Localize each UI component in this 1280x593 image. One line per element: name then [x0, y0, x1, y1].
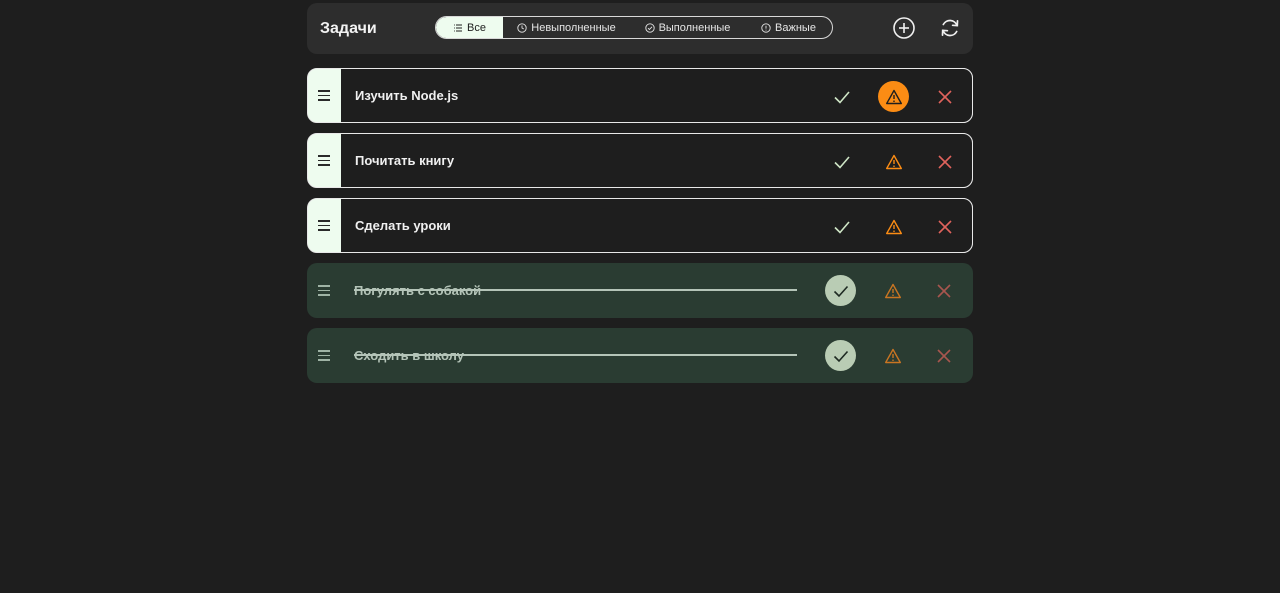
warning-icon	[885, 89, 902, 104]
filter-tab-done[interactable]: Выполненные	[630, 17, 745, 38]
task-item: Погулять с собакой	[307, 263, 973, 318]
complete-button[interactable]	[825, 275, 856, 306]
task-label: Погулять с собакой	[354, 283, 482, 298]
delete-button[interactable]	[928, 340, 959, 371]
delete-button[interactable]	[929, 81, 960, 112]
drag-handle-icon[interactable]	[318, 69, 330, 122]
complete-button[interactable]	[826, 81, 857, 112]
checkmark-icon	[833, 220, 850, 234]
filter-tab-all[interactable]: Все	[436, 17, 503, 38]
filter-tabs: Все Невыполненные Выполненные Важные	[435, 16, 833, 39]
filter-tab-label: Все	[467, 21, 486, 34]
delete-button[interactable]	[929, 211, 960, 242]
plus-circle-icon	[893, 17, 915, 39]
delete-button[interactable]	[928, 275, 959, 306]
add-task-button[interactable]	[892, 16, 916, 40]
close-icon	[937, 89, 952, 104]
important-button[interactable]	[878, 81, 909, 112]
close-icon	[936, 348, 951, 363]
complete-button[interactable]	[826, 146, 857, 177]
filter-tab-undone[interactable]: Невыполненные	[503, 17, 630, 38]
important-button[interactable]	[877, 340, 908, 371]
important-button[interactable]	[877, 275, 908, 306]
check-circle-icon	[644, 22, 655, 33]
page-title: Задачи	[320, 20, 377, 37]
task-label: Сделать уроки	[355, 218, 451, 233]
task-label: Почитать книгу	[355, 153, 455, 168]
checkmark-icon	[833, 350, 848, 362]
strike-line	[354, 354, 797, 356]
close-icon	[937, 154, 952, 169]
warning-icon	[884, 348, 901, 363]
filter-tab-label: Важные	[775, 21, 816, 34]
app: Задачи Все Невыполненные Выполненные Важ…	[307, 3, 973, 383]
info-circle-icon	[761, 22, 771, 33]
task-item: Сделать уроки	[307, 198, 973, 253]
list-icon	[454, 24, 463, 31]
task-item: Почитать книгу	[307, 133, 973, 188]
complete-button[interactable]	[826, 211, 857, 242]
warning-icon	[884, 283, 901, 298]
complete-button[interactable]	[825, 340, 856, 371]
warning-icon	[885, 154, 902, 169]
task-item: Сходить в школу	[307, 328, 973, 383]
refresh-button[interactable]	[938, 16, 962, 40]
close-icon	[936, 283, 951, 298]
delete-button[interactable]	[929, 146, 960, 177]
filter-tab-label: Невыполненные	[531, 21, 616, 34]
filter-tab-label: Выполненные	[658, 21, 731, 34]
clock-icon	[517, 22, 527, 33]
drag-handle-icon[interactable]	[318, 263, 330, 318]
task-label: Изучить Node.js	[355, 88, 459, 103]
warning-icon	[885, 219, 902, 234]
refresh-icon	[941, 19, 959, 37]
checkmark-icon	[833, 285, 848, 297]
drag-handle-icon[interactable]	[318, 328, 330, 383]
checkmark-icon	[833, 90, 850, 104]
drag-handle-icon[interactable]	[318, 134, 330, 187]
close-icon	[937, 219, 952, 234]
task-label: Сходить в школу	[354, 348, 464, 363]
important-button[interactable]	[878, 146, 909, 177]
checkmark-icon	[833, 155, 850, 169]
strike-line	[354, 289, 797, 291]
task-item: Изучить Node.js	[307, 68, 973, 123]
drag-handle-icon[interactable]	[318, 199, 330, 252]
filter-tab-important[interactable]: Важные	[745, 17, 832, 38]
important-button[interactable]	[878, 211, 909, 242]
app-header: Задачи Все Невыполненные Выполненные Важ…	[307, 3, 973, 54]
